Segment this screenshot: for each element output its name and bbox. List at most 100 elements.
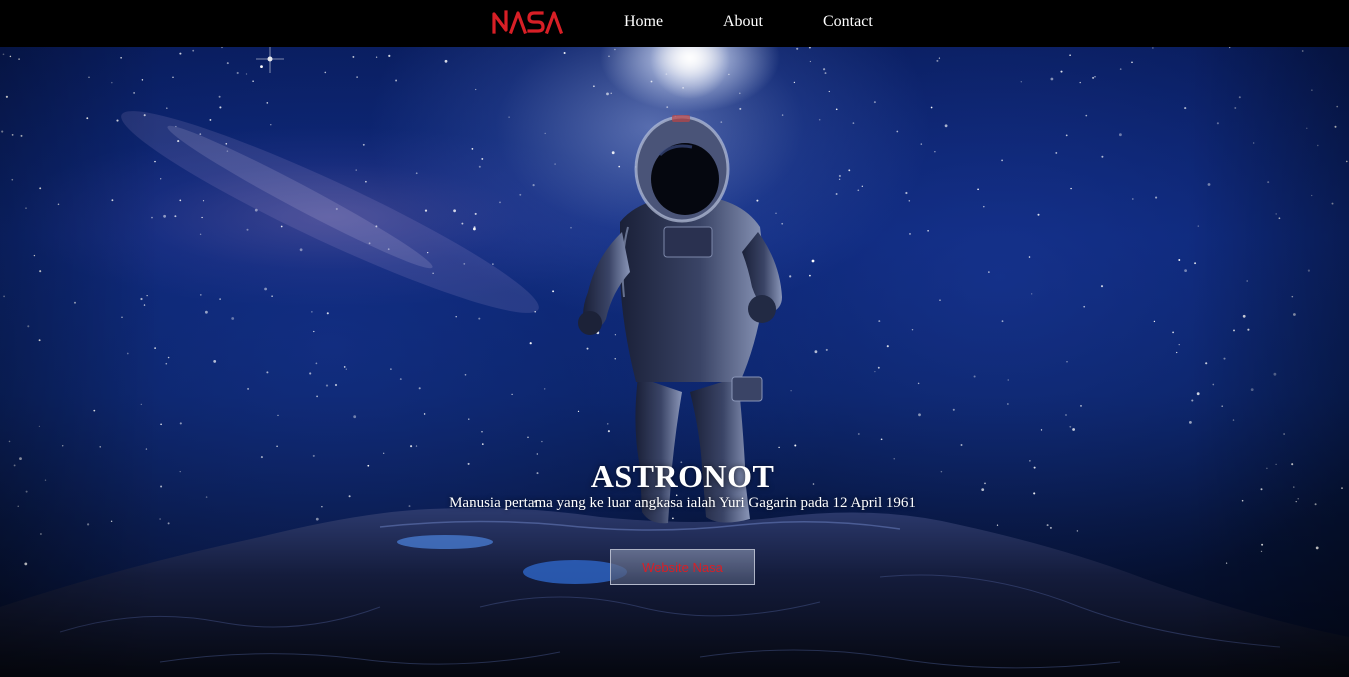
star	[199, 233, 202, 236]
star	[1275, 213, 1278, 215]
star	[299, 248, 303, 252]
star	[20, 134, 23, 137]
star	[944, 124, 948, 128]
star	[8, 440, 11, 443]
star	[1007, 379, 1009, 381]
star	[1221, 405, 1224, 408]
star	[205, 310, 208, 314]
star	[823, 68, 826, 71]
star	[611, 151, 615, 155]
star	[145, 448, 148, 450]
star	[61, 445, 64, 447]
star	[11, 134, 14, 136]
star	[911, 328, 914, 331]
star	[1072, 428, 1075, 431]
star	[192, 49, 195, 52]
star	[1131, 198, 1134, 200]
star	[811, 259, 815, 263]
nasa-worm-logo-icon	[492, 10, 564, 35]
star	[1194, 262, 1197, 265]
star	[2, 53, 5, 56]
star	[1131, 61, 1133, 64]
star	[983, 205, 985, 208]
star	[218, 95, 221, 98]
star	[1196, 392, 1200, 396]
star	[368, 242, 371, 245]
star	[606, 92, 609, 96]
star	[27, 325, 30, 328]
star	[478, 317, 481, 320]
star	[905, 191, 908, 195]
star	[202, 200, 205, 202]
website-nasa-button[interactable]: Website Nasa	[610, 549, 755, 585]
star	[1261, 543, 1264, 546]
star	[1046, 524, 1049, 527]
star	[179, 199, 182, 202]
star	[309, 372, 312, 375]
star	[3, 295, 5, 298]
star	[934, 151, 936, 153]
star	[1020, 80, 1023, 83]
star	[39, 187, 42, 190]
star	[1345, 160, 1348, 163]
star	[475, 88, 477, 91]
star	[835, 193, 838, 195]
star	[221, 47, 223, 49]
star	[835, 108, 838, 111]
star	[938, 57, 941, 59]
star	[410, 445, 413, 448]
star	[383, 452, 385, 454]
star	[1083, 305, 1086, 308]
nasa-logo[interactable]	[492, 10, 564, 35]
star	[1189, 421, 1192, 424]
star	[1101, 155, 1104, 158]
star	[720, 121, 723, 123]
star	[464, 373, 467, 376]
star	[388, 54, 391, 57]
star	[1070, 187, 1072, 190]
star	[511, 393, 513, 396]
star	[311, 311, 313, 313]
star	[1119, 133, 1122, 137]
star	[276, 445, 278, 448]
star	[952, 408, 955, 411]
star	[1007, 403, 1009, 405]
star	[277, 414, 279, 417]
star	[209, 118, 212, 121]
star	[1229, 47, 1231, 49]
star	[1001, 320, 1004, 323]
star	[9, 55, 12, 58]
star	[794, 444, 797, 447]
star	[1331, 202, 1334, 205]
star	[838, 174, 841, 178]
star	[356, 76, 358, 78]
nav-link-home[interactable]: Home	[624, 13, 663, 31]
star	[778, 446, 780, 449]
star	[375, 225, 378, 228]
star	[896, 130, 899, 133]
star	[614, 358, 616, 360]
star	[818, 118, 821, 121]
star	[608, 55, 610, 58]
star	[1001, 159, 1003, 162]
star	[1178, 343, 1180, 346]
star	[1152, 47, 1154, 49]
star	[353, 415, 357, 419]
star	[172, 76, 174, 78]
star	[335, 207, 338, 211]
star	[1291, 295, 1294, 298]
star	[1037, 213, 1040, 216]
star	[886, 345, 889, 348]
star	[160, 178, 162, 180]
star	[852, 122, 855, 124]
star	[739, 107, 742, 110]
star	[133, 92, 135, 94]
nav-link-about[interactable]: About	[723, 13, 763, 31]
star	[1069, 54, 1071, 57]
nav-link-contact[interactable]: Contact	[823, 13, 873, 31]
star	[775, 212, 777, 214]
star	[140, 403, 142, 406]
star	[1, 130, 4, 133]
star	[1153, 320, 1156, 323]
star	[1205, 362, 1208, 365]
